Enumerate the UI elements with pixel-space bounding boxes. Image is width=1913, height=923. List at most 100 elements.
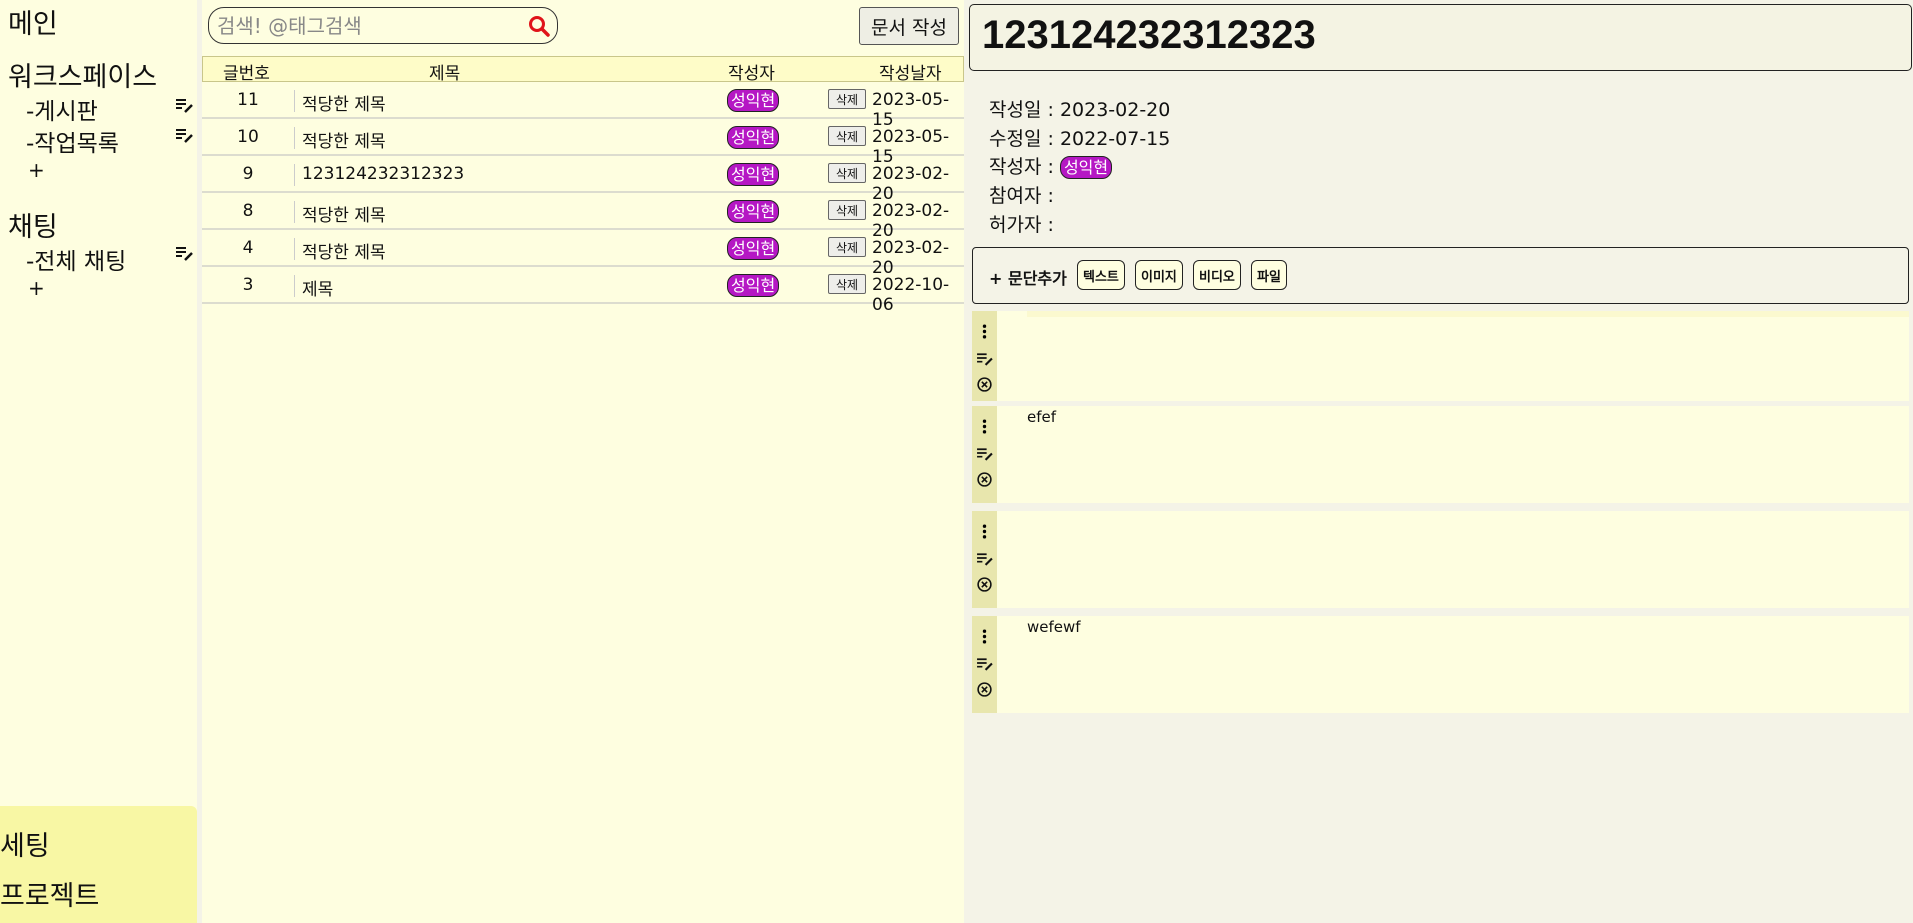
column-divider [294, 201, 295, 223]
meta-created: 작성일 : 2023-02-20 [989, 95, 1170, 122]
add-paragraph-bar: + 문단추가 텍스트 이미지 비디오 파일 [972, 247, 1909, 304]
project-link[interactable]: 프로젝트 [0, 874, 99, 913]
row-num: 10 [237, 127, 259, 147]
delete-button[interactable]: 삭제 [828, 163, 866, 183]
meta-participants: 참여자 : [989, 181, 1054, 208]
author-badge: 성익현 [727, 163, 780, 186]
sidebar-workspace-header[interactable]: 워크스페이스 [8, 55, 157, 94]
modified-label: 수정일 : [989, 128, 1054, 150]
row-date: 2022-10-06 [872, 275, 950, 315]
paragraph-block[interactable] [972, 511, 1909, 608]
paragraph-block[interactable]: wefewf [972, 616, 1909, 713]
table-row[interactable]: 9 123124232312323 성익현 삭제 2023-02-20 [202, 157, 964, 204]
column-divider [294, 238, 295, 260]
document-title-box[interactable]: 123124232312323 [969, 4, 1912, 71]
sidebar-main-link[interactable]: 메인 [8, 2, 58, 41]
paragraph-block[interactable]: efef [972, 406, 1909, 503]
row-title[interactable]: 적당한 제목 [302, 238, 386, 263]
column-divider [294, 127, 295, 149]
meta-author: 작성자 : 성익현 [989, 152, 1113, 179]
row-num: 11 [237, 90, 259, 110]
block-handle[interactable] [972, 406, 997, 503]
sidebar: 메인 워크스페이스 -게시판 -작업목록 + 채팅 -전체 채팅 + 세팅 프로… [0, 0, 197, 923]
delete-button[interactable]: 삭제 [828, 274, 866, 294]
edit-list-icon[interactable] [174, 125, 194, 145]
table-header: 글번호 제목 작성자 작성날자 [202, 56, 964, 84]
meta-modified: 수정일 : 2022-07-15 [989, 124, 1170, 151]
delete-button[interactable]: 삭제 [828, 200, 866, 220]
add-image-button[interactable]: 이미지 [1135, 260, 1183, 290]
add-video-button[interactable]: 비디오 [1193, 260, 1241, 290]
sidebar-item-all-chat[interactable]: -전체 채팅 [26, 242, 126, 276]
document-title[interactable]: 123124232312323 [982, 13, 1316, 58]
edit-list-icon[interactable] [976, 655, 993, 672]
add-paragraph-label[interactable]: + 문단추가 [989, 265, 1067, 289]
search-bar [208, 7, 558, 44]
document-list-panel: 문서 작성 글번호 제목 작성자 작성날자 11 적당한 제목 성익현 삭제 2… [202, 0, 964, 923]
row-num: 9 [242, 164, 254, 184]
column-header-date: 작성날자 [879, 64, 942, 84]
new-document-button[interactable]: 문서 작성 [859, 7, 959, 45]
close-circle-icon[interactable] [976, 681, 993, 698]
column-divider [294, 275, 295, 297]
table-row[interactable]: 8 적당한 제목 성익현 삭제 2023-02-20 [202, 194, 964, 241]
close-circle-icon[interactable] [976, 471, 993, 488]
row-title[interactable]: 적당한 제목 [302, 90, 386, 115]
more-vertical-icon[interactable] [976, 628, 993, 645]
edit-list-icon[interactable] [976, 350, 993, 367]
author-badge: 성익현 [727, 274, 780, 297]
edit-list-icon[interactable] [174, 243, 194, 263]
search-input[interactable] [215, 12, 519, 40]
created-value: 2023-02-20 [1059, 99, 1171, 121]
sidebar-item-board[interactable]: -게시판 [26, 92, 98, 126]
sidebar-item-tasklist[interactable]: -작업목록 [26, 124, 119, 158]
block-edit-area[interactable] [1027, 311, 1909, 317]
paragraph-text[interactable]: wefewf [1027, 618, 1081, 636]
more-vertical-icon[interactable] [976, 418, 993, 435]
column-header-author: 작성자 [728, 64, 775, 84]
edit-list-icon[interactable] [174, 95, 194, 115]
author-badge: 성익현 [727, 126, 780, 149]
column-divider [294, 90, 295, 112]
row-title[interactable]: 적당한 제목 [302, 201, 386, 226]
table-row[interactable]: 11 적당한 제목 성익현 삭제 2023-05-15 [202, 83, 964, 130]
author-badge: 성익현 [727, 89, 780, 112]
permitted-label: 허가자 : [989, 214, 1054, 236]
author-label: 작성자 : [989, 156, 1054, 178]
workspace-add-button[interactable]: + [28, 158, 45, 182]
block-handle[interactable] [972, 311, 997, 401]
block-handle[interactable] [972, 511, 997, 608]
settings-link[interactable]: 세팅 [0, 824, 50, 863]
row-num: 4 [242, 238, 254, 258]
more-vertical-icon[interactable] [976, 323, 993, 340]
table-row[interactable]: 10 적당한 제목 성익현 삭제 2023-05-15 [202, 120, 964, 167]
delete-button[interactable]: 삭제 [828, 237, 866, 257]
author-badge: 성익현 [727, 237, 780, 260]
chat-add-button[interactable]: + [28, 276, 45, 300]
row-num: 8 [242, 201, 254, 221]
meta-permitted: 허가자 : [989, 210, 1054, 237]
sidebar-bottom-menu: 세팅 프로젝트 [0, 806, 197, 923]
row-title[interactable]: 적당한 제목 [302, 127, 386, 152]
close-circle-icon[interactable] [976, 376, 993, 393]
created-label: 작성일 : [989, 99, 1054, 121]
more-vertical-icon[interactable] [976, 523, 993, 540]
edit-list-icon[interactable] [976, 550, 993, 567]
delete-button[interactable]: 삭제 [828, 89, 866, 109]
table-row[interactable]: 4 적당한 제목 성익현 삭제 2023-02-20 [202, 231, 964, 278]
row-title[interactable]: 제목 [302, 275, 333, 300]
edit-list-icon[interactable] [976, 445, 993, 462]
delete-button[interactable]: 삭제 [828, 126, 866, 146]
sidebar-chat-header[interactable]: 채팅 [8, 205, 58, 244]
search-icon[interactable] [527, 14, 551, 38]
paragraph-block[interactable] [972, 311, 1909, 401]
column-divider [294, 164, 295, 186]
close-circle-icon[interactable] [976, 576, 993, 593]
add-text-button[interactable]: 텍스트 [1077, 260, 1125, 290]
column-header-num: 글번호 [223, 64, 270, 84]
block-handle[interactable] [972, 616, 997, 713]
add-file-button[interactable]: 파일 [1251, 260, 1287, 290]
paragraph-text[interactable]: efef [1027, 408, 1056, 426]
row-title[interactable]: 123124232312323 [302, 164, 464, 184]
table-row[interactable]: 3 제목 성익현 삭제 2022-10-06 [202, 268, 964, 315]
